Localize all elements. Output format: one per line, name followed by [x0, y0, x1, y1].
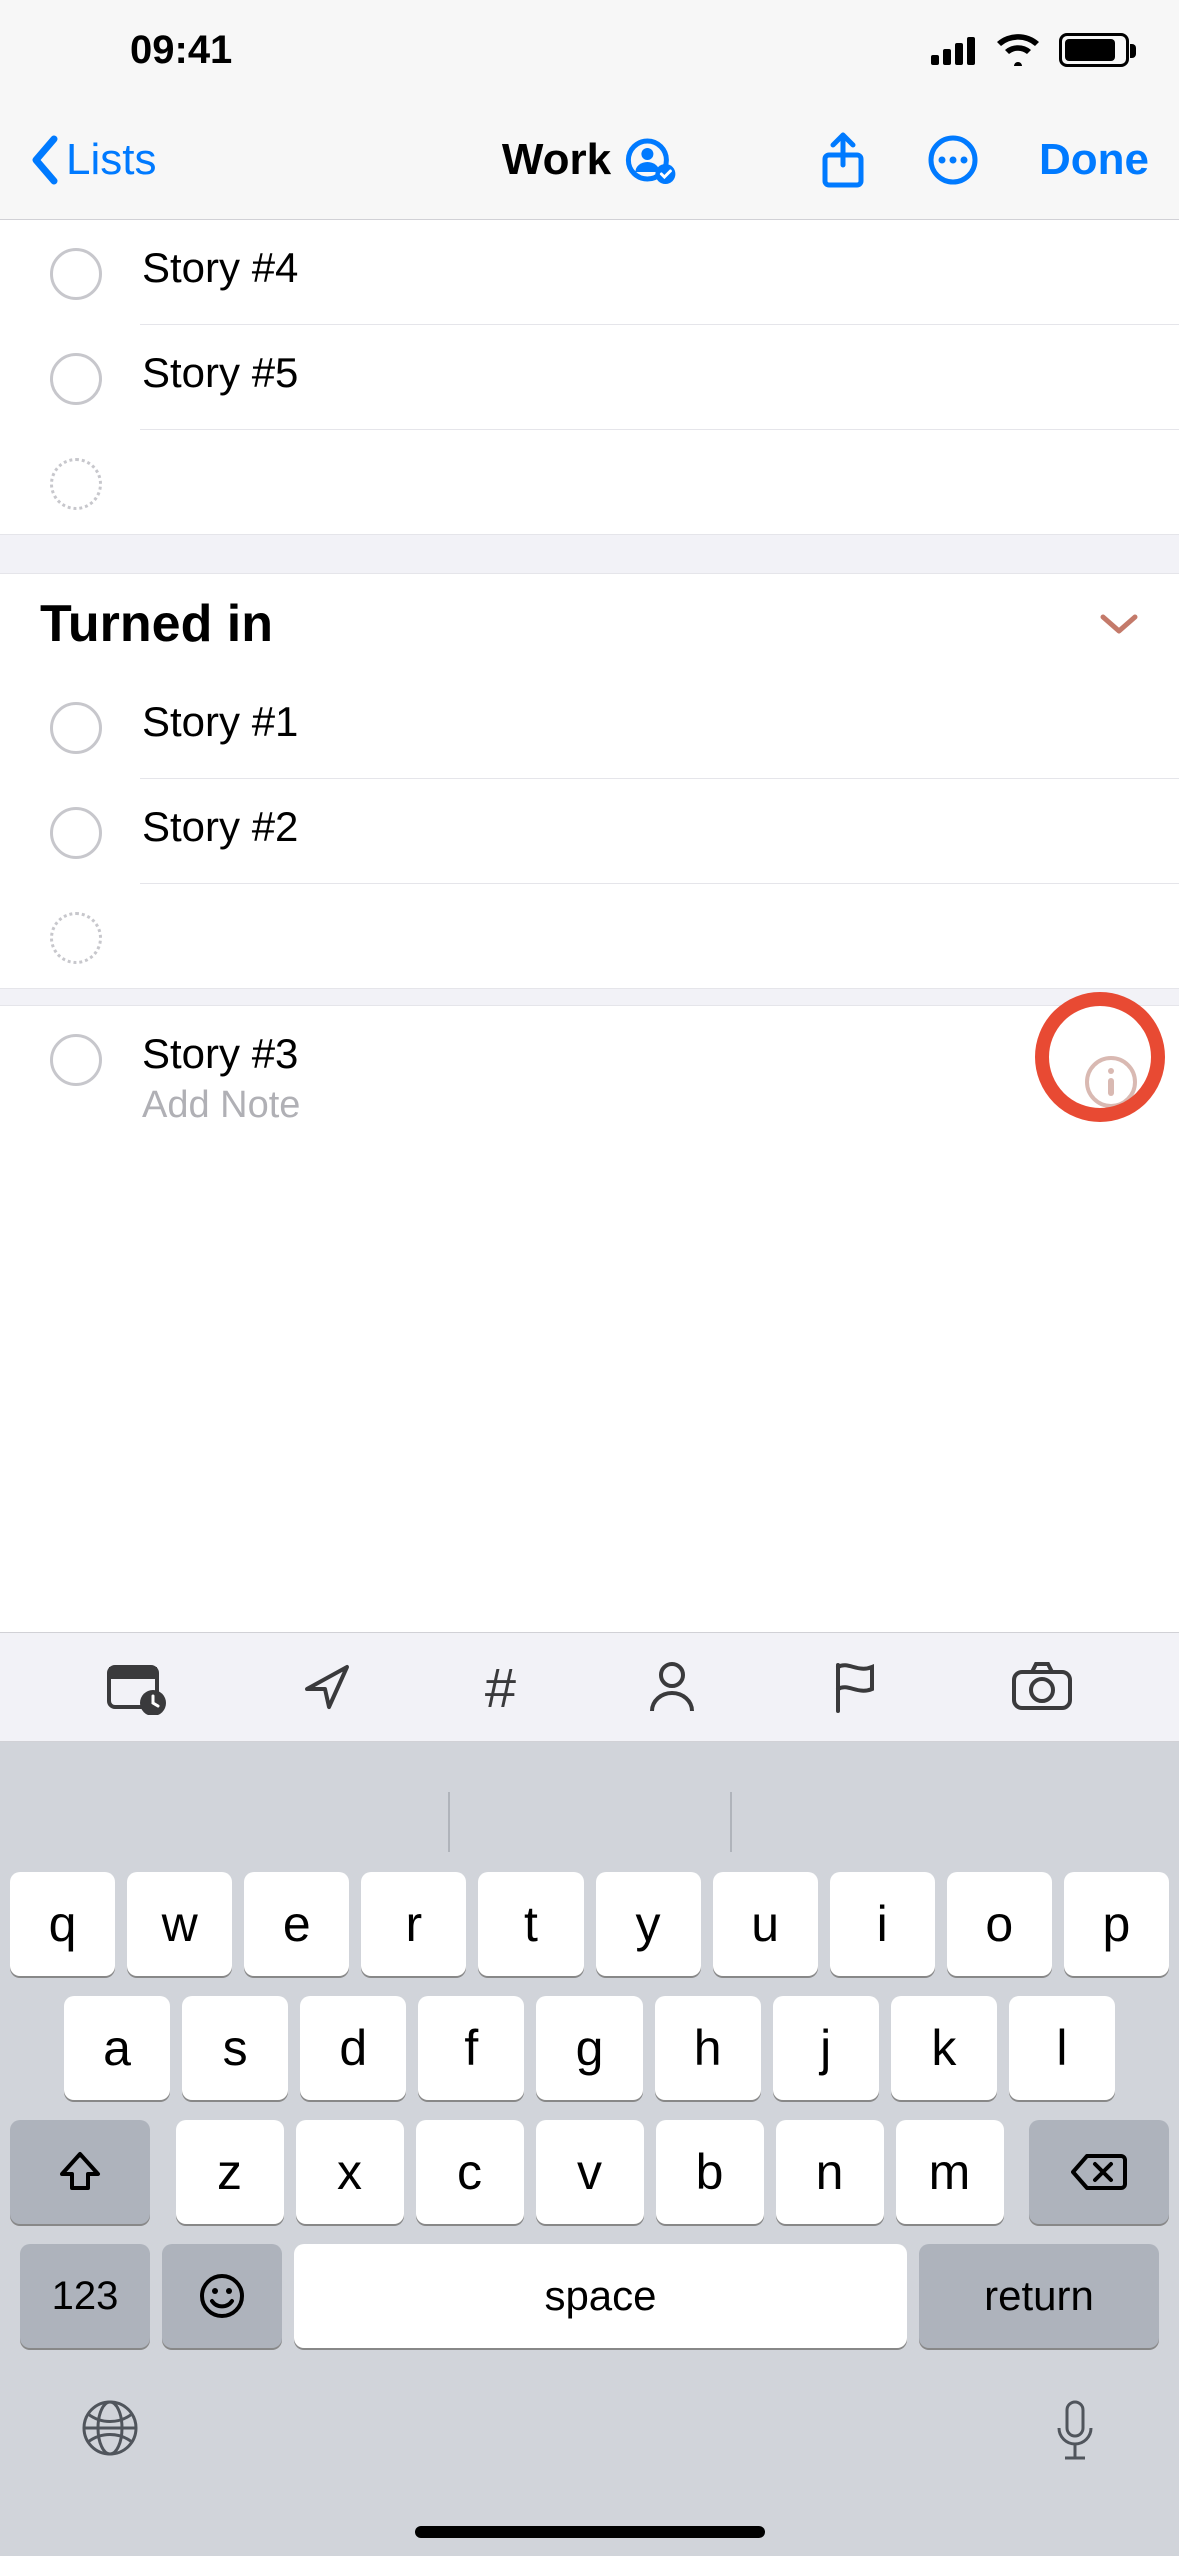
info-icon[interactable]	[1083, 1054, 1139, 1110]
more-icon[interactable]	[927, 134, 979, 186]
key-m[interactable]: m	[896, 2120, 1004, 2224]
reminder-title[interactable]: Story #2	[142, 803, 1149, 851]
completion-circle[interactable]	[50, 807, 102, 859]
keyboard-row-3: z x c v b n m	[0, 2120, 1179, 2224]
status-indicators	[931, 33, 1129, 67]
key-o[interactable]: o	[947, 1872, 1052, 1976]
add-note-field[interactable]: Add Note	[142, 1084, 1149, 1127]
camera-icon[interactable]	[1010, 1662, 1074, 1712]
key-u[interactable]: u	[713, 1872, 818, 1976]
key-w[interactable]: w	[127, 1872, 232, 1976]
keyboard-bottom-row	[0, 2378, 1179, 2506]
new-reminder-circle[interactable]	[50, 458, 102, 510]
editing-reminder-row[interactable]: Story #3 Add Note	[0, 1006, 1179, 1157]
key-a[interactable]: a	[64, 1996, 170, 2100]
key-x[interactable]: x	[296, 2120, 404, 2224]
reminder-title[interactable]: Story #4	[142, 244, 1149, 292]
key-i[interactable]: i	[830, 1872, 935, 1976]
navigation-bar: Lists Work Done	[0, 100, 1179, 220]
key-c[interactable]: c	[416, 2120, 524, 2224]
keyboard-row-4: 123 space return	[0, 2244, 1179, 2348]
reminder-title-input[interactable]: Story #3	[142, 1030, 1149, 1078]
key-t[interactable]: t	[478, 1872, 583, 1976]
reminder-title[interactable]: Story #5	[142, 349, 1149, 397]
key-s[interactable]: s	[182, 1996, 288, 2100]
completion-circle[interactable]	[50, 702, 102, 754]
key-numbers[interactable]: 123	[20, 2244, 150, 2348]
reminder-row[interactable]: Story #1	[0, 674, 1179, 778]
key-shift[interactable]	[10, 2120, 150, 2224]
emoji-icon	[198, 2272, 246, 2320]
battery-icon	[1059, 33, 1129, 67]
quick-toolbar: #	[0, 1632, 1179, 1742]
mic-icon[interactable]	[1051, 2398, 1099, 2466]
calendar-icon[interactable]	[105, 1659, 169, 1715]
chevron-down-icon[interactable]	[1099, 611, 1139, 637]
wifi-icon	[995, 34, 1041, 66]
key-f[interactable]: f	[418, 1996, 524, 2100]
key-return[interactable]: return	[919, 2244, 1159, 2348]
shared-icon[interactable]	[625, 134, 677, 186]
backspace-icon	[1071, 2152, 1127, 2192]
done-button[interactable]: Done	[1039, 135, 1149, 185]
key-k[interactable]: k	[891, 1996, 997, 2100]
share-icon[interactable]	[819, 131, 867, 189]
shift-icon	[56, 2148, 104, 2196]
section-title: Turned in	[40, 594, 1099, 654]
key-z[interactable]: z	[176, 2120, 284, 2224]
key-p[interactable]: p	[1064, 1872, 1169, 1976]
reminder-title[interactable]: Story #1	[142, 698, 1149, 746]
key-b[interactable]: b	[656, 2120, 764, 2224]
globe-icon[interactable]	[80, 2398, 140, 2466]
new-reminder-row[interactable]	[0, 430, 1179, 534]
reminder-row[interactable]: Story #5	[0, 325, 1179, 429]
key-d[interactable]: d	[300, 1996, 406, 2100]
home-indicator[interactable]	[415, 2526, 765, 2538]
keyboard: q w e r t y u i o p a s d f g h j k l	[0, 1742, 1179, 2556]
key-n[interactable]: n	[776, 2120, 884, 2224]
keyboard-row-1: q w e r t y u i o p	[0, 1872, 1179, 1976]
completion-circle[interactable]	[50, 248, 102, 300]
location-icon[interactable]	[299, 1659, 355, 1715]
key-g[interactable]: g	[536, 1996, 642, 2100]
tag-icon[interactable]: #	[485, 1655, 516, 1720]
reminders-content[interactable]: Story #4 Story #5 Turned in Story #1 Sto…	[0, 220, 1179, 1632]
key-backspace[interactable]	[1029, 2120, 1169, 2224]
key-q[interactable]: q	[10, 1872, 115, 1976]
status-bar: 09:41	[0, 0, 1179, 100]
key-r[interactable]: r	[361, 1872, 466, 1976]
person-icon[interactable]	[646, 1659, 698, 1715]
status-time: 09:41	[130, 28, 232, 73]
section-header[interactable]: Turned in	[0, 574, 1179, 674]
cellular-icon	[931, 35, 977, 65]
new-reminder-circle[interactable]	[50, 912, 102, 964]
key-y[interactable]: y	[596, 1872, 701, 1976]
back-label: Lists	[66, 135, 156, 185]
key-h[interactable]: h	[655, 1996, 761, 2100]
keyboard-row-2: a s d f g h j k l	[0, 1996, 1179, 2100]
reminder-row[interactable]: Story #4	[0, 220, 1179, 324]
back-button[interactable]: Lists	[30, 135, 156, 185]
new-reminder-row[interactable]	[0, 884, 1179, 988]
completion-circle[interactable]	[50, 353, 102, 405]
key-emoji[interactable]	[162, 2244, 282, 2348]
flag-icon[interactable]	[828, 1659, 880, 1715]
completion-circle[interactable]	[50, 1034, 102, 1086]
key-v[interactable]: v	[536, 2120, 644, 2224]
key-space[interactable]: space	[294, 2244, 907, 2348]
suggestion-bar	[0, 1772, 1179, 1872]
page-title: Work	[502, 135, 611, 185]
key-l[interactable]: l	[1009, 1996, 1115, 2100]
key-e[interactable]: e	[244, 1872, 349, 1976]
reminder-row[interactable]: Story #2	[0, 779, 1179, 883]
key-j[interactable]: j	[773, 1996, 879, 2100]
chevron-left-icon	[30, 135, 60, 185]
